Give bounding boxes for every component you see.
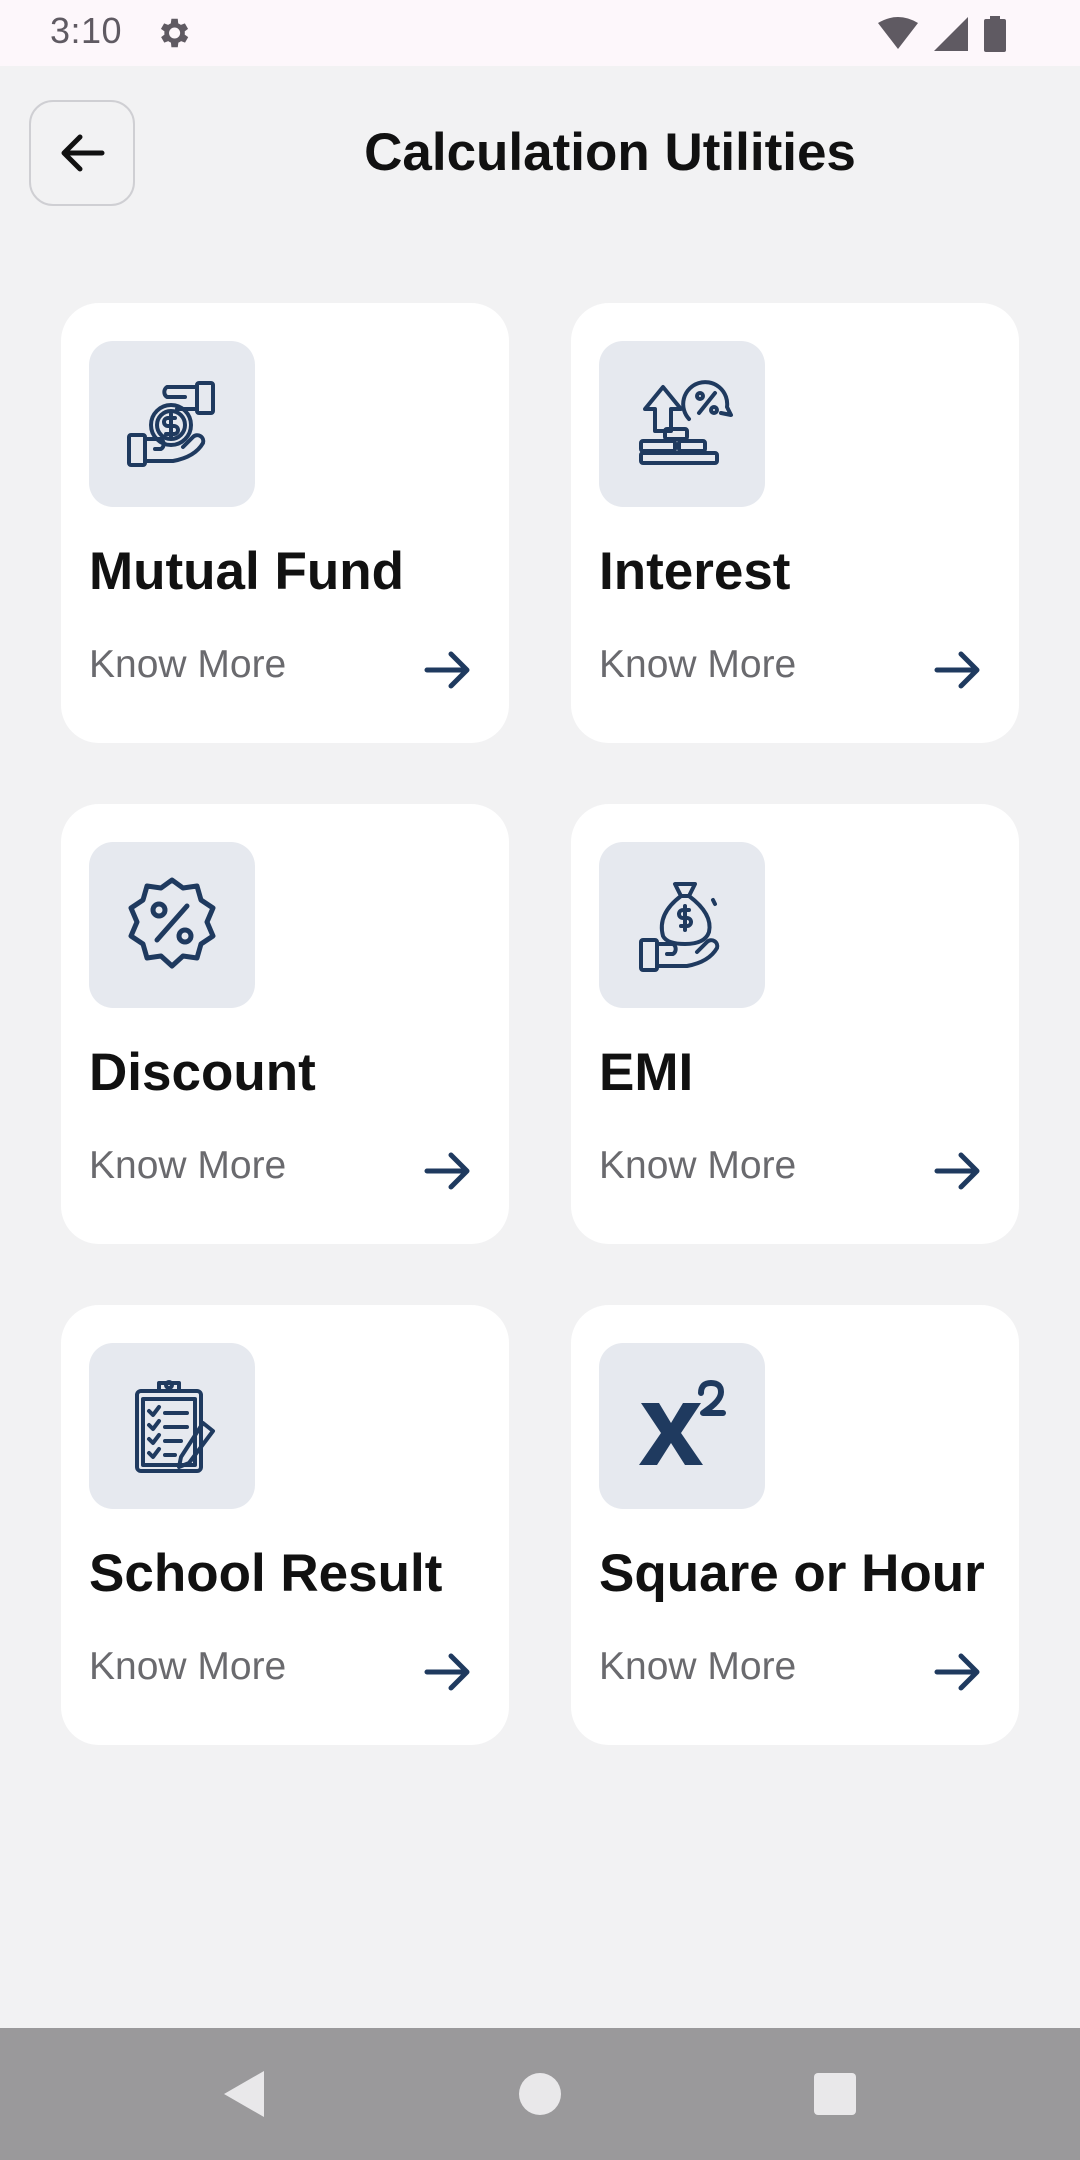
card-icon-container <box>89 341 255 507</box>
money-bag-hand-icon <box>639 882 720 972</box>
interest-growth-icon <box>639 380 733 465</box>
know-more-link[interactable]: Know More <box>599 1144 796 1188</box>
settings-icon <box>160 18 189 48</box>
arrow-right-icon[interactable] <box>933 645 983 695</box>
know-more-link[interactable]: Know More <box>599 1645 796 1689</box>
system-nav-bar <box>0 2028 1080 2160</box>
status-bar: 3:10 <box>0 0 1080 66</box>
card-discount[interactable]: Discount Know More <box>61 804 509 1244</box>
card-title: Square or Hour <box>599 1544 985 1603</box>
arrow-right-icon[interactable] <box>933 1647 983 1697</box>
arrow-right-icon[interactable] <box>423 645 473 695</box>
nav-home-button[interactable] <box>480 2028 600 2160</box>
card-mutual-fund[interactable]: Mutual Fund Know More <box>61 303 509 743</box>
know-more-link[interactable]: Know More <box>89 643 286 687</box>
know-more-link[interactable]: Know More <box>89 1144 286 1188</box>
nav-recents-button[interactable] <box>775 2028 895 2160</box>
recents-square-icon <box>814 2073 856 2115</box>
card-icon-container <box>599 1343 765 1509</box>
card-emi[interactable]: EMI Know More <box>571 804 1019 1244</box>
arrow-right-icon[interactable] <box>423 1647 473 1697</box>
know-more-link[interactable]: Know More <box>89 1645 286 1689</box>
back-button[interactable] <box>29 100 135 206</box>
card-title: Interest <box>599 542 791 601</box>
status-time: 3:10 <box>50 10 123 51</box>
card-school-result[interactable]: School Result Know More <box>61 1305 509 1745</box>
card-title: EMI <box>599 1043 694 1102</box>
nav-back-button[interactable] <box>184 2028 304 2160</box>
card-icon-container <box>89 1343 255 1509</box>
card-title: Discount <box>89 1043 316 1102</box>
back-triangle-icon <box>224 2071 264 2117</box>
card-title: Mutual Fund <box>89 542 404 601</box>
arrow-left-icon <box>61 134 105 172</box>
battery-icon <box>984 16 1006 52</box>
status-icons <box>878 16 1006 52</box>
discount-badge-icon <box>128 877 216 969</box>
clipboard-checklist-icon <box>135 1380 215 1473</box>
page-title: Calculation Utilities <box>364 123 856 182</box>
hand-coin-icon <box>127 381 215 467</box>
card-title: School Result <box>89 1544 443 1603</box>
card-icon-container <box>599 842 765 1008</box>
arrow-right-icon[interactable] <box>423 1146 473 1196</box>
card-icon-container <box>89 842 255 1008</box>
know-more-link[interactable]: Know More <box>599 643 796 687</box>
x-squared-icon <box>639 1380 726 1465</box>
card-interest[interactable]: Interest Know More <box>571 303 1019 743</box>
card-icon-container <box>599 341 765 507</box>
card-square-or-hour[interactable]: Square or Hour Know More <box>571 1305 1019 1745</box>
signal-icon <box>934 17 968 51</box>
arrow-right-icon[interactable] <box>933 1146 983 1196</box>
home-circle-icon <box>519 2073 561 2115</box>
wifi-icon <box>878 17 918 49</box>
